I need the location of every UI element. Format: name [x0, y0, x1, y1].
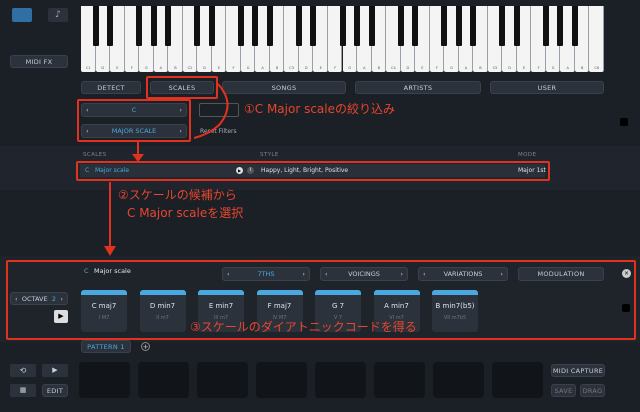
- black-key[interactable]: [455, 6, 462, 46]
- black-key[interactable]: [571, 6, 578, 46]
- key-label: A: [159, 66, 163, 70]
- key-label: F: [232, 66, 235, 70]
- key-label: D: [508, 66, 511, 70]
- black-key[interactable]: [150, 6, 157, 46]
- annotation-2-line1: ②スケールの候補から: [118, 188, 237, 202]
- key-label: E: [522, 66, 526, 70]
- chord-pad[interactable]: [197, 362, 248, 398]
- annotation-1: ①C Major scaleの絞り込み: [244, 102, 396, 116]
- chord-pad[interactable]: [433, 362, 484, 398]
- black-key[interactable]: [397, 6, 404, 46]
- key-label: D: [203, 66, 206, 70]
- chord-pad[interactable]: [256, 362, 307, 398]
- key-label: G: [145, 66, 148, 70]
- piano-keyboard[interactable]: C1 D E F G A B C2 D E F G A B C3 D E F G A B C4 D E F G A B C5 D E F G A B…: [81, 6, 604, 72]
- black-key[interactable]: [107, 6, 114, 46]
- key-label: B: [479, 66, 482, 70]
- instrument-keys-icon[interactable]: [12, 8, 32, 22]
- black-key[interactable]: [339, 6, 346, 46]
- black-key[interactable]: [513, 6, 520, 46]
- black-key[interactable]: [136, 6, 143, 46]
- key-label: A: [261, 66, 264, 70]
- tab-user[interactable]: USER: [490, 81, 604, 94]
- annotation-arrow-1: [132, 142, 144, 162]
- key-label: B: [174, 66, 177, 70]
- col-scales: SCALES: [83, 152, 107, 158]
- key-label: F: [334, 66, 337, 70]
- key-label: A: [363, 66, 366, 70]
- play-icon[interactable]: ▶: [42, 364, 68, 377]
- key-label: C6: [594, 66, 600, 70]
- key-label: B: [580, 66, 584, 70]
- black-key[interactable]: [368, 6, 375, 46]
- key-label: E: [319, 66, 322, 70]
- key-label: E: [421, 66, 424, 70]
- annotation-2-line2: C Major scaleを選択: [127, 206, 244, 220]
- black-key[interactable]: [92, 6, 99, 46]
- chord-pad[interactable]: [492, 362, 543, 398]
- key-label: F: [537, 66, 540, 70]
- edit-button[interactable]: EDIT: [42, 384, 68, 397]
- key-label: B: [377, 66, 380, 70]
- pattern-tab[interactable]: PATTERN 1: [81, 340, 131, 353]
- tab-songs[interactable]: SONGS: [222, 81, 346, 94]
- side-toggle-1[interactable]: [620, 118, 628, 126]
- black-key[interactable]: [194, 6, 201, 46]
- annotation-curve: [193, 83, 229, 139]
- black-key[interactable]: [542, 6, 549, 46]
- black-key[interactable]: [310, 6, 317, 46]
- col-mode: MODE: [518, 152, 537, 158]
- key-label: F: [130, 66, 133, 70]
- midi-capture-button[interactable]: MIDI CAPTURE: [551, 364, 605, 377]
- key-label: D: [304, 66, 308, 70]
- key-label: F: [435, 66, 438, 70]
- key-label: D: [406, 66, 410, 70]
- black-key[interactable]: [470, 6, 477, 46]
- midi-fx-button[interactable]: MIDI FX: [10, 55, 68, 68]
- key-label: C3: [289, 66, 294, 70]
- loop-icon[interactable]: ⟲: [10, 364, 36, 377]
- black-key[interactable]: [354, 6, 361, 46]
- black-key[interactable]: [237, 6, 244, 46]
- key-label: A: [566, 66, 569, 70]
- annotation-box-filters: [77, 99, 191, 142]
- black-key[interactable]: [295, 6, 302, 46]
- tab-detect[interactable]: DETECT: [81, 81, 141, 94]
- tab-artists[interactable]: ARTISTS: [355, 81, 481, 94]
- key-label: G: [551, 66, 555, 70]
- key-label: C5: [492, 66, 498, 70]
- chord-pad[interactable]: [79, 362, 130, 398]
- key-label: G: [348, 66, 352, 70]
- black-key[interactable]: [412, 6, 419, 46]
- key-label: B: [275, 66, 279, 70]
- key-label: C4: [391, 66, 396, 70]
- key-label: D: [101, 66, 105, 70]
- black-key[interactable]: [266, 6, 273, 46]
- guitar-icon[interactable]: ♪: [48, 8, 68, 22]
- key-label: E: [116, 66, 119, 70]
- chord-pad[interactable]: [138, 362, 189, 398]
- white-key[interactable]: C6: [589, 6, 604, 72]
- key-label: G: [246, 66, 250, 70]
- annotation-arrow-2: [104, 182, 116, 256]
- key-label: C1: [85, 66, 91, 70]
- save-button[interactable]: SAVE: [551, 384, 576, 397]
- key-label: E: [217, 66, 221, 70]
- key-label: C2: [187, 66, 193, 70]
- black-key[interactable]: [557, 6, 564, 46]
- col-style: STYLE: [260, 152, 279, 158]
- black-key[interactable]: [165, 6, 172, 46]
- black-key[interactable]: [208, 6, 215, 46]
- chord-pad[interactable]: [315, 362, 366, 398]
- key-label: G: [450, 66, 453, 70]
- chord-pad[interactable]: [374, 362, 425, 398]
- black-key[interactable]: [499, 6, 506, 46]
- grid-icon[interactable]: ▦: [10, 384, 36, 397]
- black-key[interactable]: [252, 6, 259, 46]
- key-label: A: [464, 66, 468, 70]
- annotation-3: ③スケールのダイアトニックコードを得る: [190, 320, 417, 334]
- black-key[interactable]: [441, 6, 448, 46]
- add-pattern-icon[interactable]: +: [141, 342, 150, 351]
- drag-button[interactable]: DRAG: [580, 384, 605, 397]
